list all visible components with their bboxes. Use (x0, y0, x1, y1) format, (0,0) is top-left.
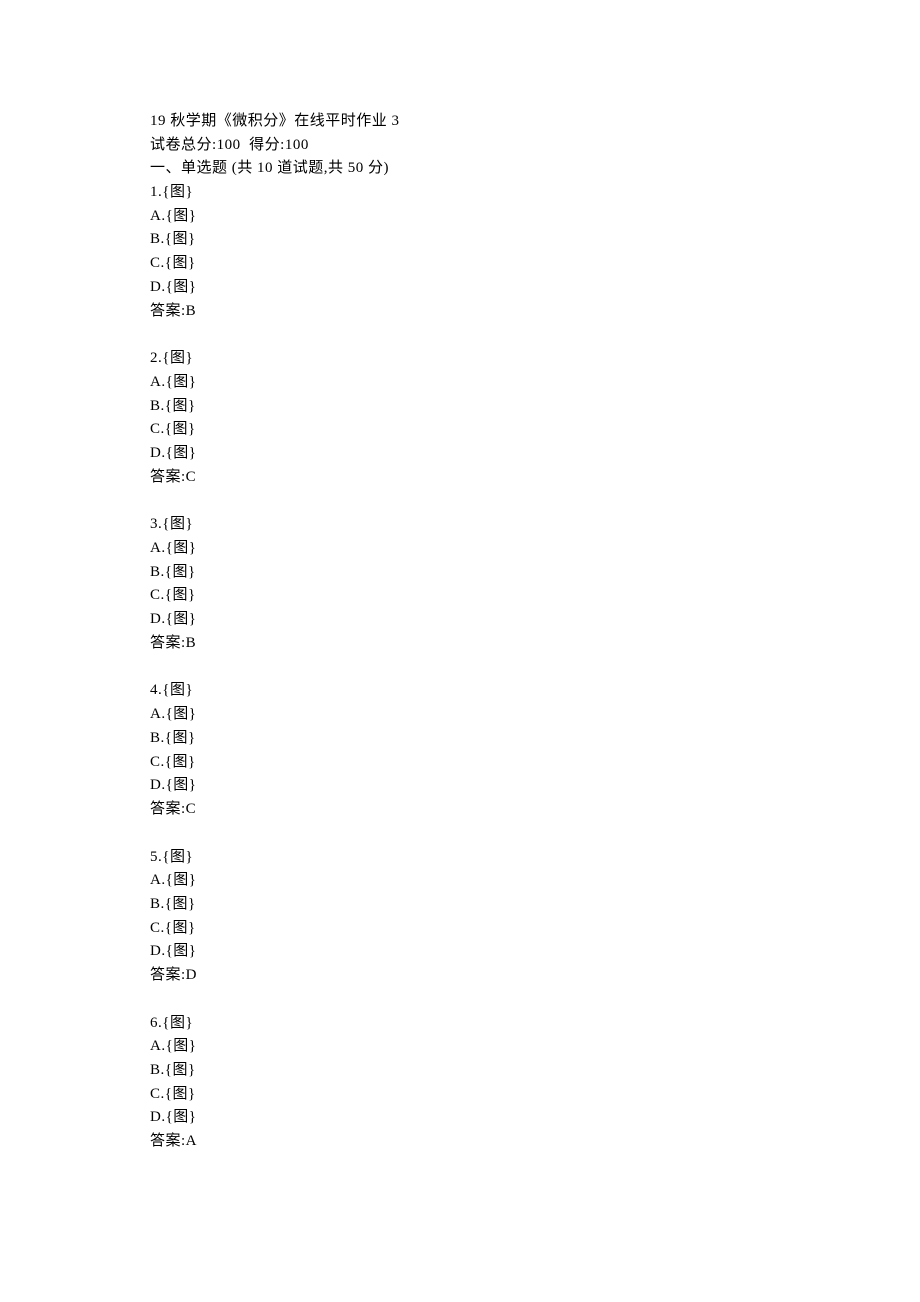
option-a: A.{图} (150, 703, 770, 727)
question-block: 6.{图}A.{图}B.{图}C.{图}D.{图}答案:A (150, 1012, 770, 1154)
question-line: 5.{图} (150, 846, 770, 870)
answer-line: 答案:C (150, 798, 770, 822)
option-d: D.{图} (150, 442, 770, 466)
question-block: 4.{图}A.{图}B.{图}C.{图}D.{图}答案:C (150, 679, 770, 821)
question-line: 6.{图} (150, 1012, 770, 1036)
option-b: B.{图} (150, 395, 770, 419)
question-block: 5.{图}A.{图}B.{图}C.{图}D.{图}答案:D (150, 846, 770, 988)
option-a: A.{图} (150, 371, 770, 395)
option-d: D.{图} (150, 774, 770, 798)
answer-line: 答案:C (150, 466, 770, 490)
option-c: C.{图} (150, 751, 770, 775)
question-line: 4.{图} (150, 679, 770, 703)
option-a: A.{图} (150, 205, 770, 229)
question-block: 3.{图}A.{图}B.{图}C.{图}D.{图}答案:B (150, 513, 770, 655)
question-line: 2.{图} (150, 347, 770, 371)
option-b: B.{图} (150, 727, 770, 751)
answer-line: 答案:D (150, 964, 770, 988)
section-heading: 一、单选题 (共 10 道试题,共 50 分) (150, 157, 770, 181)
assignment-title: 19 秋学期《微积分》在线平时作业 3 (150, 110, 770, 134)
answer-line: 答案:B (150, 632, 770, 656)
option-c: C.{图} (150, 917, 770, 941)
option-b: B.{图} (150, 228, 770, 252)
option-a: A.{图} (150, 537, 770, 561)
score-line: 试卷总分:100 得分:100 (150, 134, 770, 158)
option-a: A.{图} (150, 1035, 770, 1059)
answer-line: 答案:A (150, 1130, 770, 1154)
question-block: 1.{图}A.{图}B.{图}C.{图}D.{图}答案:B (150, 181, 770, 323)
question-block: 2.{图}A.{图}B.{图}C.{图}D.{图}答案:C (150, 347, 770, 489)
option-d: D.{图} (150, 608, 770, 632)
option-a: A.{图} (150, 869, 770, 893)
option-c: C.{图} (150, 1083, 770, 1107)
option-c: C.{图} (150, 252, 770, 276)
document-page: 19 秋学期《微积分》在线平时作业 3 试卷总分:100 得分:100 一、单选… (150, 110, 770, 1154)
option-b: B.{图} (150, 893, 770, 917)
option-b: B.{图} (150, 561, 770, 585)
option-d: D.{图} (150, 1106, 770, 1130)
question-line: 3.{图} (150, 513, 770, 537)
option-c: C.{图} (150, 584, 770, 608)
question-line: 1.{图} (150, 181, 770, 205)
option-c: C.{图} (150, 418, 770, 442)
option-b: B.{图} (150, 1059, 770, 1083)
option-d: D.{图} (150, 276, 770, 300)
option-d: D.{图} (150, 940, 770, 964)
answer-line: 答案:B (150, 300, 770, 324)
